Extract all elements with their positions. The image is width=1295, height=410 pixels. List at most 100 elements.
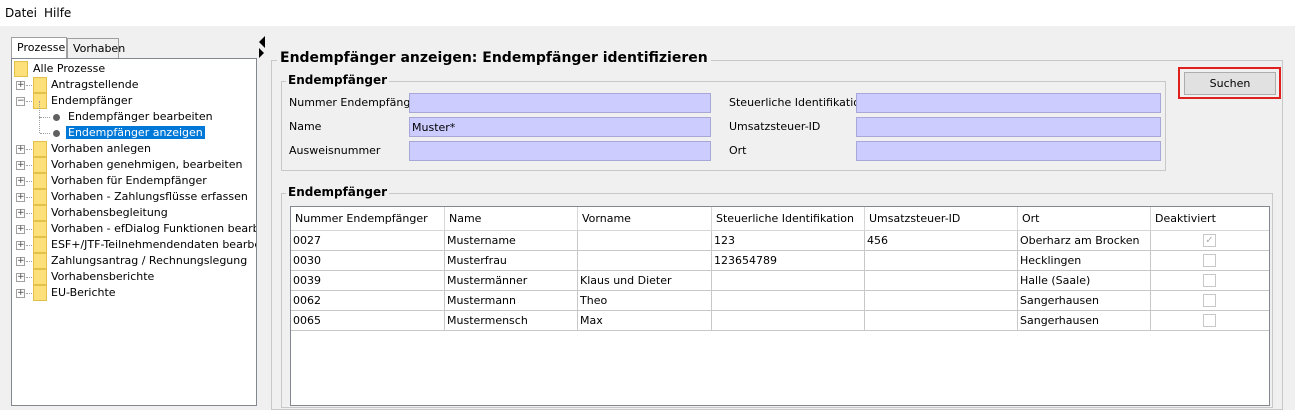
table-cell-name[interactable]: Mustername bbox=[445, 231, 578, 251]
table-cell-name[interactable]: Mustermensch bbox=[445, 311, 578, 331]
tab-prozesse[interactable]: Prozesse bbox=[11, 37, 67, 59]
col-header-vorname[interactable]: Vorname bbox=[578, 207, 712, 231]
tree-root[interactable]: Alle Prozesse bbox=[14, 61, 254, 77]
expand-icon[interactable]: + bbox=[16, 241, 25, 250]
tree-connector bbox=[26, 181, 32, 182]
table-cell-nummer[interactable]: 0062 bbox=[291, 291, 445, 311]
table-cell-ort[interactable]: Sangerhausen bbox=[1018, 291, 1151, 311]
input-steuer[interactable] bbox=[856, 93, 1161, 113]
table-cell-nummer[interactable]: 0030 bbox=[291, 251, 445, 271]
table-cell-steuer[interactable] bbox=[712, 271, 865, 291]
expand-icon[interactable]: + bbox=[16, 225, 25, 234]
tree-item[interactable]: − Endempfänger bbox=[12, 93, 256, 109]
expand-icon[interactable]: + bbox=[16, 289, 25, 298]
table-cell-nummer[interactable]: 0065 bbox=[291, 311, 445, 331]
input-nummer[interactable] bbox=[409, 93, 711, 113]
tree-item[interactable]: + EU-Berichte bbox=[12, 285, 256, 301]
table-cell-ust[interactable] bbox=[865, 291, 1018, 311]
input-ausweis[interactable] bbox=[409, 141, 711, 161]
table-cell-steuer[interactable]: 123 bbox=[712, 231, 865, 251]
table-cell-vorname[interactable]: Max bbox=[578, 311, 712, 331]
table-cell-steuer[interactable] bbox=[712, 311, 865, 331]
expand-icon[interactable]: + bbox=[16, 81, 25, 90]
table-cell-ort[interactable]: Sangerhausen bbox=[1018, 311, 1151, 331]
table-cell-vorname[interactable]: Klaus und Dieter bbox=[578, 271, 712, 291]
deaktiviert-checkbox[interactable] bbox=[1203, 274, 1216, 287]
tree-connector bbox=[40, 117, 50, 118]
search-button[interactable]: Suchen bbox=[1184, 72, 1276, 95]
col-header-ust[interactable]: Umsatzsteuer-ID bbox=[865, 207, 1018, 231]
tree-item[interactable]: Endempfänger anzeigen bbox=[12, 117, 256, 141]
col-header-nummer[interactable]: Nummer Endempfänger bbox=[291, 207, 445, 231]
expand-icon[interactable]: + bbox=[16, 209, 25, 218]
tree-item[interactable]: + ESF+/JTF-Teilnehmendendaten bearbeiten bbox=[12, 237, 256, 253]
table-cell-name[interactable]: Musterfrau bbox=[445, 251, 578, 271]
col-header-deaktiviert[interactable]: Deaktiviert bbox=[1151, 207, 1269, 231]
tree-item[interactable]: + Vorhaben anlegen bbox=[12, 141, 256, 157]
expand-icon[interactable]: + bbox=[16, 257, 25, 266]
tree-item[interactable]: + Vorhabensberichte bbox=[12, 269, 256, 285]
table-cell-ust[interactable]: 456 bbox=[865, 231, 1018, 251]
tree-item[interactable]: + Vorhaben für Endempfänger bbox=[12, 173, 256, 189]
tree-connector bbox=[26, 293, 32, 294]
expand-right-icon[interactable] bbox=[259, 48, 264, 58]
folder-icon bbox=[33, 77, 47, 93]
splitter[interactable] bbox=[257, 30, 267, 406]
col-header-ort[interactable]: Ort bbox=[1018, 207, 1151, 231]
table-cell-deaktiviert bbox=[1151, 251, 1269, 271]
input-ust[interactable] bbox=[856, 117, 1161, 137]
tree-item[interactable]: Endempfänger bearbeiten bbox=[12, 101, 256, 125]
table-cell-ort[interactable]: Oberharz am Brocken bbox=[1018, 231, 1151, 251]
tree-item[interactable]: + Antragstellende bbox=[12, 77, 256, 93]
col-header-steuer[interactable]: Steuerliche Identifikation bbox=[712, 207, 865, 231]
tree-item[interactable]: + Vorhaben - efDialog Funktionen bearbeit… bbox=[12, 221, 256, 237]
tree-item[interactable]: + Vorhaben genehmigen, bearbeiten bbox=[12, 157, 256, 173]
tree-item-label: Vorhabensbegleitung bbox=[51, 206, 168, 219]
deaktiviert-checkbox[interactable] bbox=[1203, 254, 1216, 267]
folder-icon bbox=[33, 189, 47, 205]
expand-icon[interactable]: + bbox=[16, 177, 25, 186]
folder-icon bbox=[33, 237, 47, 253]
table-cell-ust[interactable] bbox=[865, 311, 1018, 331]
table-cell-name[interactable]: Mustermänner bbox=[445, 271, 578, 291]
deaktiviert-checkbox[interactable] bbox=[1203, 294, 1216, 307]
expand-icon[interactable]: + bbox=[16, 145, 25, 154]
tree-item[interactable]: + Zahlungsantrag / Rechnungslegung bbox=[12, 253, 256, 269]
table-cell-ust[interactable] bbox=[865, 271, 1018, 291]
expand-icon[interactable]: + bbox=[16, 193, 25, 202]
deaktiviert-checkbox[interactable]: ✓ bbox=[1203, 234, 1216, 247]
menu-bar: Datei Hilfe bbox=[0, 0, 1295, 26]
table-cell-name[interactable]: Mustermann bbox=[445, 291, 578, 311]
tab-vorhaben[interactable]: Vorhaben bbox=[67, 38, 125, 58]
table-cell-ust[interactable] bbox=[865, 251, 1018, 271]
tree-item[interactable]: + Vorhabensbegleitung bbox=[12, 205, 256, 221]
tree-item-label: Zahlungsantrag / Rechnungslegung bbox=[51, 254, 248, 267]
input-ort[interactable] bbox=[856, 141, 1161, 161]
table-cell-steuer[interactable]: 123654789 bbox=[712, 251, 865, 271]
tree-connector bbox=[39, 101, 40, 117]
collapse-left-icon[interactable] bbox=[259, 36, 265, 48]
folder-icon bbox=[33, 141, 47, 157]
folder-icon bbox=[33, 157, 47, 173]
table-cell-vorname[interactable]: Theo bbox=[578, 291, 712, 311]
table-cell-ort[interactable]: Hecklingen bbox=[1018, 251, 1151, 271]
expand-icon[interactable]: + bbox=[16, 161, 25, 170]
results-group-title: Endempfänger bbox=[286, 185, 390, 199]
table-cell-nummer[interactable]: 0027 bbox=[291, 231, 445, 251]
table-cell-vorname[interactable] bbox=[578, 231, 712, 251]
expand-icon[interactable]: + bbox=[16, 273, 25, 282]
input-name[interactable]: Muster* bbox=[409, 117, 711, 137]
col-header-name[interactable]: Name bbox=[445, 207, 578, 231]
table-cell-ort[interactable]: Halle (Saale) bbox=[1018, 271, 1151, 291]
collapse-icon[interactable]: − bbox=[16, 97, 25, 106]
folder-icon bbox=[14, 61, 28, 77]
tree-item[interactable]: + Vorhaben - Zahlungsflüsse erfassen bbox=[12, 189, 256, 205]
table-cell-nummer[interactable]: 0039 bbox=[291, 271, 445, 291]
menu-datei[interactable]: Datei bbox=[5, 6, 37, 20]
table-cell-steuer[interactable] bbox=[712, 291, 865, 311]
menu-hilfe[interactable]: Hilfe bbox=[44, 6, 71, 20]
table-cell-vorname[interactable] bbox=[578, 251, 712, 271]
deaktiviert-checkbox[interactable] bbox=[1203, 314, 1216, 327]
tree-connector bbox=[26, 229, 32, 230]
tree-connector bbox=[26, 165, 32, 166]
